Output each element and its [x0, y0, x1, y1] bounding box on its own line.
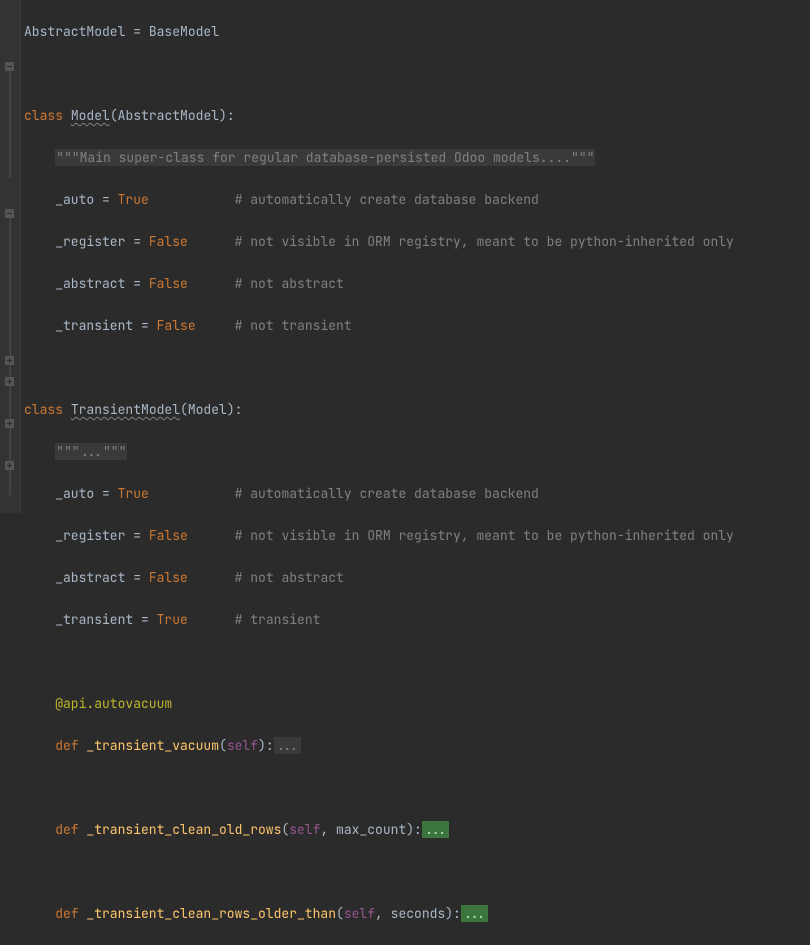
code-line: _transient = False # not transient: [20, 315, 810, 336]
method-def: def _transient_vacuum(self):...: [20, 735, 810, 756]
class-def: class Model(AbstractModel):: [20, 105, 810, 126]
code-line: _register = False # not visible in ORM r…: [20, 525, 810, 546]
fold-toggle-collapsed-icon[interactable]: [5, 377, 14, 386]
blank-line: [20, 651, 810, 672]
blank-line: [20, 777, 810, 798]
folded-body-icon[interactable]: ...: [461, 905, 488, 922]
class-def: class TransientModel(Model):: [20, 399, 810, 420]
blank-line: [20, 861, 810, 882]
folded-body-icon[interactable]: ...: [422, 821, 449, 838]
fold-toggle-collapsed-icon[interactable]: [5, 356, 14, 365]
blank-line: [20, 357, 810, 378]
code-line: _abstract = False # not abstract: [20, 567, 810, 588]
folded-body-icon[interactable]: ...: [274, 737, 301, 754]
code-line: AbstractModel = BaseModel: [20, 21, 810, 42]
code-line: _auto = True # automatically create data…: [20, 483, 810, 504]
code-line: _abstract = False # not abstract: [20, 273, 810, 294]
decorator: @api.autovacuum: [20, 693, 810, 714]
fold-toggle-icon[interactable]: [5, 209, 14, 218]
method-def: def _transient_clean_old_rows(self, max_…: [20, 819, 810, 840]
code-line: _auto = True # automatically create data…: [20, 189, 810, 210]
fold-toggle-collapsed-icon[interactable]: [5, 461, 14, 470]
fold-toggle-collapsed-icon[interactable]: [5, 419, 14, 428]
docstring: """...""": [20, 441, 810, 462]
docstring: """Main super-class for regular database…: [20, 147, 810, 168]
fold-toggle-icon[interactable]: [5, 62, 14, 71]
code-line: _register = False # not visible in ORM r…: [20, 231, 810, 252]
method-def: def _transient_clean_rows_older_than(sel…: [20, 903, 810, 924]
editor-gutter: [0, 0, 21, 513]
code-line: _transient = True # transient: [20, 609, 810, 630]
code-editor[interactable]: AbstractModel = BaseModel class Model(Ab…: [20, 0, 810, 945]
blank-line: [20, 63, 810, 84]
